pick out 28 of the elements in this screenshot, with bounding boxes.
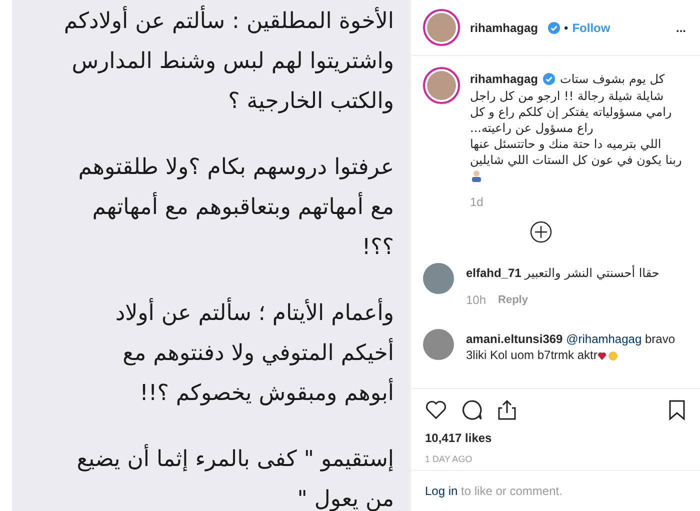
image-text: عرفتوا دروسهم بكام ؟ولا طلقتوهم مع أمهاتهم وبتعاقبوهم مع أمهاتهم ؟؟! (78, 154, 394, 262)
avatar[interactable] (423, 263, 454, 294)
heart-icon[interactable] (425, 400, 447, 420)
caption-text: كل يوم بشوف ستات (560, 71, 665, 88)
caption-text: شايلة شيلة رجالة !! ارجو من كل راجل رامي مسؤولياته يفتكر إن كلكم راع و كل راع مسؤول عن راعيته... اللي بترميه دا حتة منك و حاتتسئل عنها ربنا يكون في عون كل الستات اللي شايلين (470, 88, 682, 168)
likes-count[interactable]: 10,417 likes (425, 429, 686, 447)
comment-time: 10h (466, 292, 486, 309)
avatar[interactable] (423, 9, 460, 46)
person-emoji-icon (470, 170, 483, 182)
separator: • (564, 20, 568, 36)
username[interactable]: rihamhagag (470, 70, 538, 88)
emoji-icon (597, 350, 620, 361)
image-text: الأخوة المطلقين : سألتم عن أولادكم واشتريتوا لهم لبس وشنط المدارس والكتب الخارجية ؟ (64, 2, 394, 122)
share-icon[interactable] (497, 399, 517, 421)
avatar[interactable] (423, 67, 460, 104)
username[interactable]: rihamhagag (470, 18, 538, 36)
avatar[interactable] (423, 329, 454, 360)
plus-circle-icon[interactable] (530, 221, 552, 243)
login-link[interactable]: Log in (425, 484, 458, 498)
post-time: 1d (470, 194, 484, 211)
login-prompt: Log in to like or comment. (425, 483, 562, 500)
image-text: وأعمام الأيتام ؛ سألتم عن أولاد أخيكم المتوفي ولا دفنتوهم مع أبوهم ومبقوش يخصوكم ؟!! (115, 294, 394, 414)
image-text: إستقيمو " كفى بالمرء إثما أن يضيع من يعول " (76, 440, 394, 511)
comment-text: amani.eltunsi369 @rihamhagag bravo 3liki Kol uom b7trmk aktr (466, 331, 676, 363)
more-button[interactable]: ... (676, 18, 686, 36)
bookmark-icon[interactable] (668, 399, 686, 421)
comment-icon[interactable] (461, 399, 483, 421)
post-date: 1 DAY AGO (425, 453, 474, 466)
